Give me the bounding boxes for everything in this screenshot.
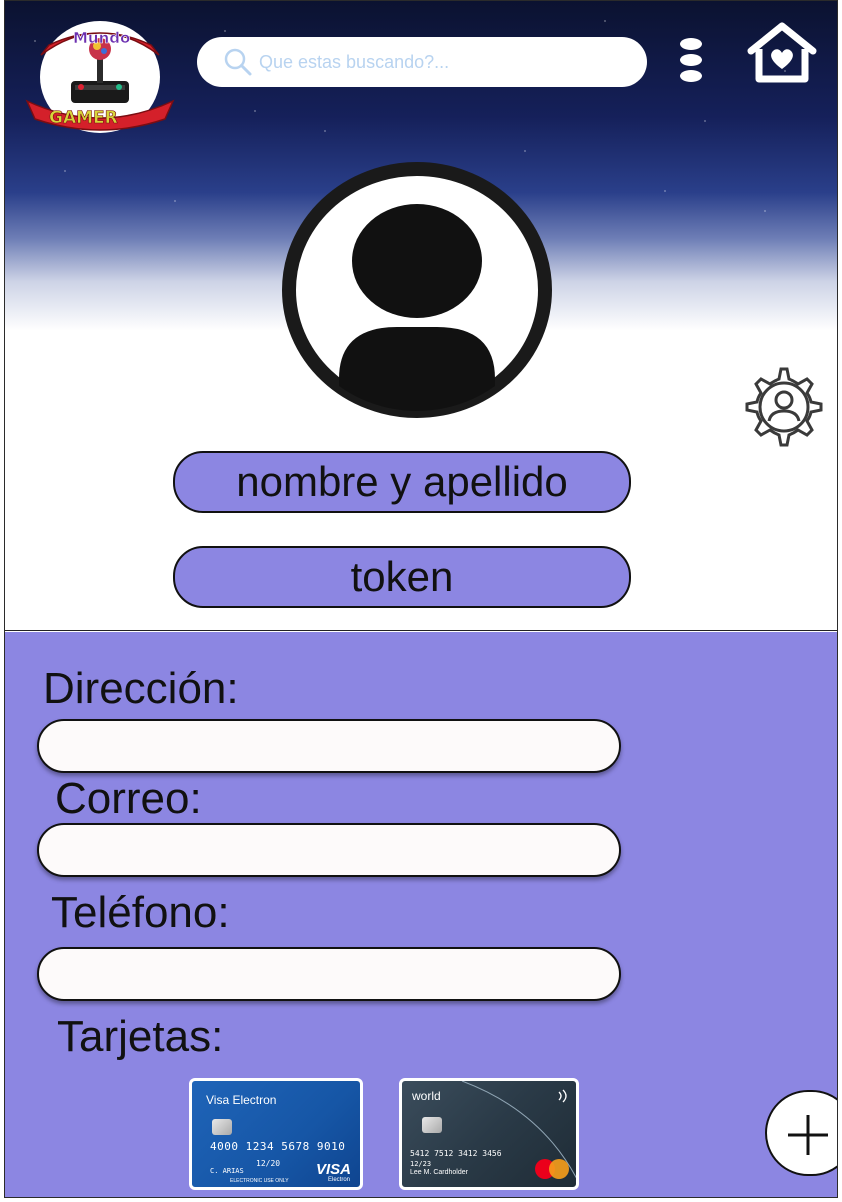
menu-icon[interactable] <box>677 37 705 83</box>
card-number: 5412 7512 3412 3456 <box>410 1149 502 1158</box>
mundo-gamer-logo[interactable]: Mundo GAMER <box>23 15 177 135</box>
user-settings-icon[interactable] <box>737 363 825 449</box>
visa-sub: Electron <box>328 1177 351 1183</box>
mastercard-card[interactable]: world 5412 7512 3412 3456 12/23 Lee M. C… <box>399 1078 579 1190</box>
address-field[interactable] <box>37 719 621 773</box>
svg-text:GAMER: GAMER <box>49 108 118 128</box>
token-display[interactable]: token <box>173 546 631 608</box>
address-label: Dirección: <box>43 664 239 713</box>
card-footer: ELECTRONIC USE ONLY <box>230 1178 289 1184</box>
home-heart-icon[interactable] <box>745 21 819 85</box>
card-holder: C. ARIAS <box>210 1167 244 1175</box>
phone-field[interactable] <box>37 947 621 1001</box>
card-chip <box>212 1119 232 1135</box>
search-input[interactable]: Que estas buscando?... <box>259 52 449 73</box>
name-label: nombre y apellido <box>236 458 568 505</box>
visa-card[interactable]: Visa Electron 4000 1234 5678 9010 12/20 … <box>189 1078 363 1190</box>
phone-label: Teléfono: <box>51 888 230 937</box>
profile-header: Mundo GAMER Que estas buscando?... nombr… <box>5 1 837 631</box>
visa-logo: VISA <box>316 1161 352 1178</box>
profile-page: Mundo GAMER Que estas buscando?... nombr… <box>4 0 838 1198</box>
card-number: 4000 1234 5678 9010 <box>210 1140 346 1153</box>
avatar-icon[interactable] <box>279 159 555 421</box>
add-card-button[interactable] <box>765 1090 837 1176</box>
contactless-icon <box>558 1089 567 1103</box>
search-bar[interactable]: Que estas buscando?... <box>197 37 647 87</box>
card-chip <box>422 1117 442 1133</box>
profile-form: Dirección: Correo: Teléfono: Tarjetas: V… <box>5 632 837 1197</box>
card-brand: Visa Electron <box>206 1093 277 1107</box>
email-label: Correo: <box>55 774 202 823</box>
card-holder: Lee M. Cardholder <box>410 1169 468 1176</box>
search-icon <box>224 48 252 76</box>
token-label: token <box>350 553 454 600</box>
name-display[interactable]: nombre y apellido <box>173 451 631 513</box>
cards-label: Tarjetas: <box>57 1012 224 1061</box>
svg-text:Mundo: Mundo <box>73 29 130 47</box>
plus-icon <box>788 1115 828 1155</box>
card-brand: world <box>412 1089 441 1103</box>
email-field[interactable] <box>37 823 621 877</box>
mastercard-logo-icon <box>535 1159 569 1179</box>
card-expiry: 12/23 <box>410 1160 432 1168</box>
card-expiry: 12/20 <box>256 1159 281 1168</box>
